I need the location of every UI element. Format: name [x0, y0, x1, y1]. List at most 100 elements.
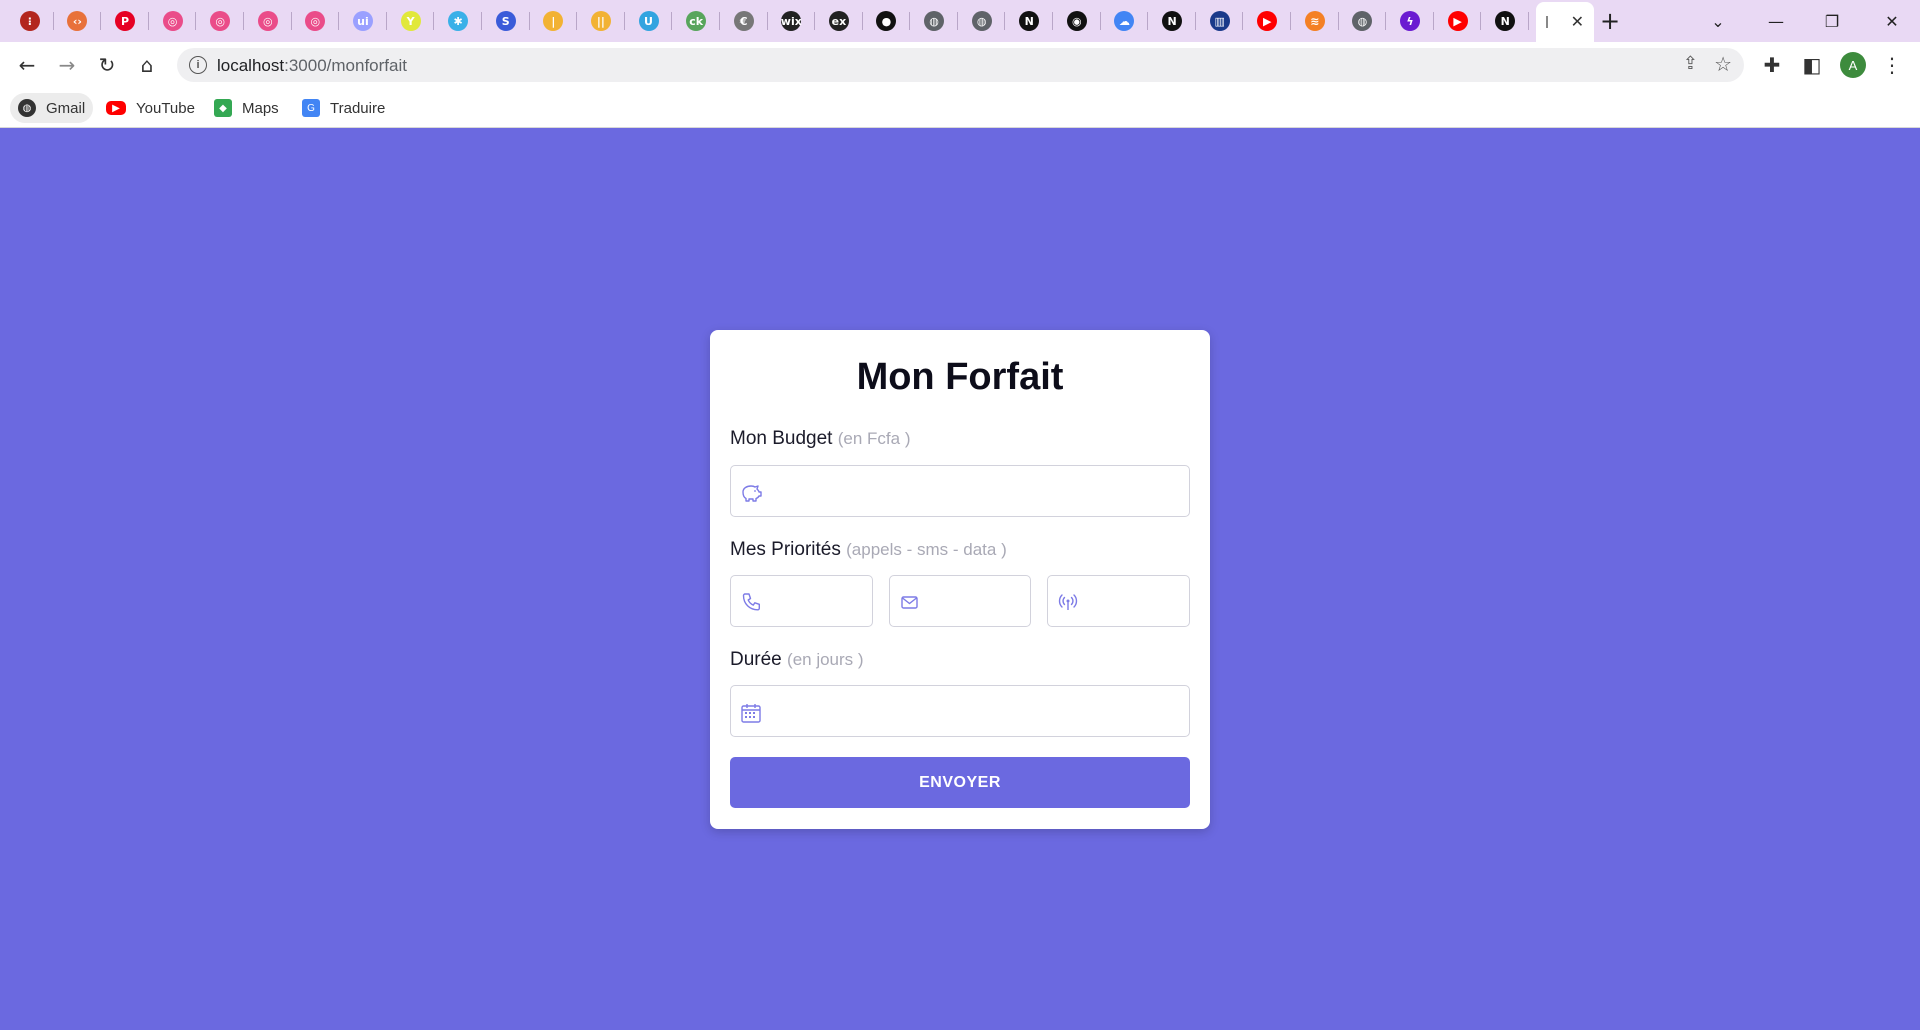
home-icon[interactable]: ⌂	[131, 49, 163, 81]
browser-tab[interactable]: N	[1148, 0, 1196, 42]
browser-tab[interactable]: ‹›	[54, 0, 102, 42]
duration-field[interactable]	[730, 685, 1190, 737]
close-tab-icon[interactable]: ✕	[1571, 12, 1584, 32]
bookmark-label: Gmail	[46, 99, 86, 117]
browser-tab[interactable]: ≋	[1291, 0, 1339, 42]
browser-tab[interactable]: ●	[863, 0, 911, 42]
dark-circle-icon: ●	[876, 11, 897, 31]
active-tab-favicon	[1546, 16, 1548, 28]
browser-tab[interactable]: P	[101, 0, 149, 42]
browser-tab[interactable]: U	[625, 0, 673, 42]
bank-icon: ▥	[1209, 11, 1230, 31]
budget-field[interactable]	[730, 465, 1190, 517]
reload-icon[interactable]: ↻	[91, 49, 123, 81]
browser-toolbar: ← → ↻ ⌂ i localhost:3000/monforfait ⇪ ☆ …	[0, 42, 1920, 88]
translate-icon: G	[302, 99, 320, 117]
browser-tab[interactable]: ▶	[1434, 0, 1482, 42]
bookmark-label: Traduire	[330, 99, 386, 117]
bookmark-gmail[interactable]: ◍ Gmail	[10, 93, 94, 123]
url-text[interactable]: localhost:3000/monforfait	[217, 56, 407, 76]
duration-label: Durée (en jours )	[730, 649, 864, 671]
active-tab[interactable]: ✕	[1536, 2, 1594, 42]
bookmark-traduire[interactable]: G Traduire	[294, 93, 393, 123]
globe-icon: ◍	[924, 11, 945, 31]
browser-tab[interactable]: €	[720, 0, 768, 42]
browser-tab[interactable]: ck	[672, 0, 720, 42]
browser-tab[interactable]: ◉	[1053, 0, 1101, 42]
bookmark-label: YouTube	[136, 99, 195, 117]
browser-tab[interactable]: ▶	[1243, 0, 1291, 42]
calls-input[interactable]	[771, 584, 862, 618]
cloud-icon: ☁	[1114, 11, 1135, 31]
mail-icon	[901, 596, 918, 609]
bookmark-star-icon[interactable]: ☆	[1714, 52, 1732, 77]
duration-input[interactable]	[771, 694, 1179, 728]
browser-tab[interactable]: Y	[387, 0, 435, 42]
youtube-icon: ▶	[106, 101, 126, 115]
priorities-label-text: Mes Priorités	[730, 539, 841, 560]
data-field[interactable]	[1047, 575, 1190, 627]
browser-tab[interactable]: N	[1481, 0, 1529, 42]
profile-avatar[interactable]: A	[1840, 52, 1866, 78]
phone-icon	[742, 593, 760, 611]
youtube-icon: ▶	[1447, 11, 1468, 31]
browser-tab[interactable]: S	[482, 0, 530, 42]
tab-search-icon[interactable]: ⌄	[1690, 0, 1746, 42]
extensions-icon[interactable]: ✚	[1756, 49, 1788, 81]
back-icon[interactable]: ←	[11, 49, 43, 81]
browser-tab[interactable]: ◎	[244, 0, 292, 42]
sms-input[interactable]	[930, 584, 1020, 618]
notion-icon: N	[1019, 11, 1040, 31]
browser-tab[interactable]: ui	[339, 0, 387, 42]
browser-tab[interactable]: ϟ	[1386, 0, 1434, 42]
browser-tab[interactable]: ◍	[910, 0, 958, 42]
dribbble-icon: ◎	[305, 11, 326, 31]
globe-icon: ◍	[18, 99, 36, 117]
pinterest-icon: P	[114, 11, 135, 31]
notion-icon: N	[1495, 11, 1516, 31]
browser-tab[interactable]: ◍	[958, 0, 1006, 42]
browser-tab[interactable]: wix	[768, 0, 816, 42]
y-icon: Y	[400, 11, 421, 31]
calendar-icon	[741, 704, 761, 723]
close-window-icon[interactable]: ✕	[1864, 0, 1920, 42]
browser-tab[interactable]: ◎	[292, 0, 340, 42]
code-icon: ‹›	[67, 11, 88, 31]
priorities-hint: (appels - sms - data )	[846, 540, 1007, 559]
browser-tab[interactable]: ◍	[1339, 0, 1387, 42]
site-info-icon[interactable]: i	[189, 56, 207, 74]
budget-input[interactable]	[771, 474, 1179, 508]
dribbble-icon: ◎	[162, 11, 183, 31]
data-input[interactable]	[1088, 584, 1179, 618]
ui-icon: ui	[352, 11, 373, 31]
sms-field[interactable]	[889, 575, 1031, 627]
browser-tab[interactable]: ◎	[196, 0, 244, 42]
minimize-icon[interactable]: —	[1748, 0, 1804, 42]
new-tab-button[interactable]: +	[1596, 7, 1624, 35]
budget-hint: (en Fcfa )	[837, 429, 911, 448]
share-icon[interactable]: ⇪	[1683, 53, 1698, 74]
antenna-icon	[1058, 594, 1078, 610]
page-title: Mon Forfait	[856, 356, 1064, 398]
menu-icon[interactable]: ⋮	[1876, 49, 1908, 81]
calls-field[interactable]	[730, 575, 873, 627]
bookmark-youtube[interactable]: ▶ YouTube	[98, 93, 203, 123]
browser-tab[interactable]: N	[1005, 0, 1053, 42]
browser-tab[interactable]: |	[530, 0, 578, 42]
restore-icon[interactable]: ❐	[1804, 0, 1860, 42]
forward-icon[interactable]: →	[51, 49, 83, 81]
coin-icon: €	[733, 11, 754, 31]
browser-tab[interactable]: ⁝	[6, 0, 54, 42]
address-bar[interactable]: i localhost:3000/monforfait ⇪ ☆	[177, 48, 1744, 82]
browser-tab[interactable]: ▥	[1196, 0, 1244, 42]
wix-icon: wix	[781, 11, 802, 31]
browser-tab[interactable]: ||	[577, 0, 625, 42]
bookmark-maps[interactable]: ◆ Maps	[206, 93, 287, 123]
browser-tab[interactable]: ◎	[149, 0, 197, 42]
browser-tab[interactable]: ✱	[434, 0, 482, 42]
browser-tab[interactable]: ☁	[1101, 0, 1149, 42]
dots-icon: ⁝	[19, 11, 40, 31]
submit-button[interactable]: ENVOYER	[730, 757, 1190, 808]
browser-tab[interactable]: ex	[815, 0, 863, 42]
side-panel-icon[interactable]: ◧	[1796, 49, 1828, 81]
